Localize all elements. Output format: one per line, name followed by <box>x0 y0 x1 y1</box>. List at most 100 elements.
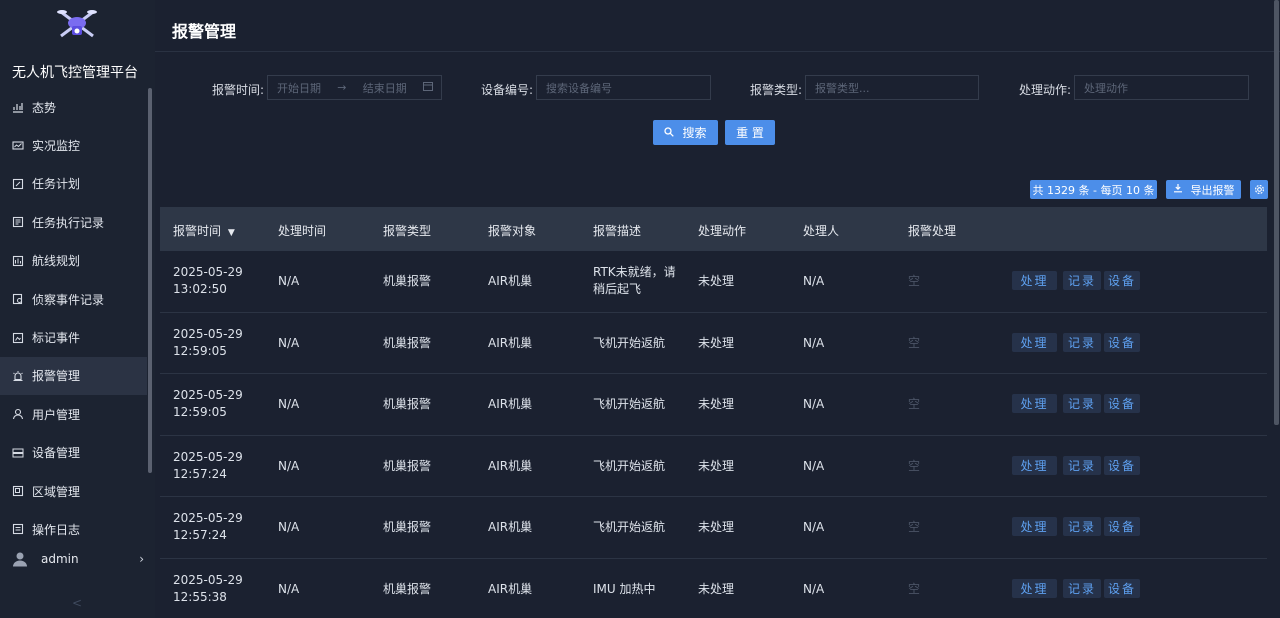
handle-button[interactable]: 处理 <box>1012 271 1057 290</box>
record-button[interactable]: 记录 <box>1063 271 1101 290</box>
table-row: 2025-05-29 12:57:24 N/A 机巢报警 AIR机巢 飞机开始返… <box>160 497 1267 559</box>
record-button[interactable]: 记录 <box>1063 332 1101 352</box>
alarm-desc-cell: IMU 加热中 <box>593 581 656 596</box>
page-header: 报警管理 <box>155 0 1280 52</box>
handler-cell: N/A <box>803 335 825 350</box>
sidebar-item-label: 任务执行记录 <box>32 215 105 230</box>
alarm-desc-cell: 飞机开始返航 <box>593 458 666 473</box>
record-icon <box>12 216 24 228</box>
alarm-type-select[interactable]: 报警类型... <box>805 75 979 100</box>
log-icon <box>12 523 24 535</box>
gear-icon <box>1254 180 1265 199</box>
device-button[interactable]: 设备 <box>1104 332 1140 352</box>
user-icon <box>12 408 24 420</box>
alarm-time-cell: 2025-05-29 12:57:24 <box>173 449 243 481</box>
sidebar-item-label: 标记事件 <box>32 331 81 346</box>
alarm-type-cell: 机巢报警 <box>383 520 432 534</box>
record-button[interactable]: 记录 <box>1063 394 1101 413</box>
column-header: 处理动作 <box>698 224 747 238</box>
sidebar-item-live-monitor[interactable]: 实况监控 <box>0 126 147 164</box>
handler-cell: N/A <box>803 581 825 596</box>
handle-button[interactable]: 处理 <box>1012 332 1057 352</box>
table-row: 2025-05-29 12:57:24 N/A 机巢报警 AIR机巢 飞机开始返… <box>160 436 1267 497</box>
device-button[interactable]: 设备 <box>1104 517 1140 536</box>
sidebar-item-alarm-management[interactable]: 报警管理 <box>0 356 147 396</box>
table-row: 2025-05-29 12:55:38 N/A 机巢报警 AIR机巢 IMU 加… <box>160 559 1267 618</box>
page-title: 报警管理 <box>172 22 237 41</box>
alarm-icon <box>12 370 24 382</box>
column-settings-button[interactable] <box>1250 180 1268 199</box>
scout-icon <box>12 293 24 305</box>
alarm-handling-cell: 空 <box>908 274 921 288</box>
sidebar-item-mark-events[interactable]: 标记事件 <box>0 318 147 356</box>
end-date-input[interactable]: 结束日期 <box>363 80 407 96</box>
handle-button[interactable]: 处理 <box>1012 578 1057 598</box>
sidebar-item-label: 区域管理 <box>32 484 81 499</box>
sidebar-item-device-management[interactable]: 设备管理 <box>0 434 147 472</box>
sidebar-item-label: 任务计划 <box>32 177 81 192</box>
device-button[interactable]: 设备 <box>1104 271 1140 290</box>
device-button[interactable]: 设备 <box>1104 578 1140 598</box>
alarm-type-cell: 机巢报警 <box>383 458 432 473</box>
alarm-time-cell: 2025-05-29 12:59:05 <box>173 388 243 419</box>
sidebar-item-user-management[interactable]: 用户管理 <box>0 395 147 433</box>
alarm-desc-cell: RTK未就绪，请稍后起飞 <box>593 265 676 296</box>
sidebar-item-task-plan[interactable]: 任务计划 <box>0 165 147 203</box>
column-header-alarm-time[interactable]: 报警时间 ▼ <box>173 222 235 239</box>
sidebar-item-area-management[interactable]: 区域管理 <box>0 472 147 510</box>
alarm-handling-cell: 空 <box>908 458 921 473</box>
user-menu[interactable]: admin › <box>12 548 144 570</box>
sidebar-item-label: 实况监控 <box>32 139 81 154</box>
alarm-type-cell: 机巢报警 <box>383 397 432 411</box>
device-button[interactable]: 设备 <box>1104 455 1140 475</box>
alarm-target-cell: AIR机巢 <box>488 520 533 534</box>
sidebar-item-route-planning[interactable]: 航线规划 <box>0 242 147 280</box>
avatar-icon <box>12 551 28 567</box>
record-button[interactable]: 记录 <box>1063 578 1101 598</box>
monitor-icon <box>12 140 24 152</box>
page-scrollbar[interactable] <box>1274 0 1279 425</box>
search-button[interactable]: 搜索 <box>653 120 718 145</box>
chart-icon <box>12 101 24 113</box>
handle-action-cell: 未处理 <box>698 274 735 288</box>
sidebar-item-label: 报警管理 <box>32 369 81 384</box>
sidebar-item-situation[interactable]: 态势 <box>0 88 147 126</box>
reset-button[interactable]: 重 置 <box>725 120 775 145</box>
date-range-picker[interactable]: 开始日期 → 结束日期 <box>267 75 442 100</box>
handle-action-cell: 未处理 <box>698 520 735 534</box>
sidebar: 无人机飞控管理平台 态势 实况监控 任务计划 任务执行记录 航线规划 侦察事件记… <box>0 0 155 618</box>
column-header: 处理人 <box>803 224 840 238</box>
sidebar-nav: 态势 实况监控 任务计划 任务执行记录 航线规划 侦察事件记录 标记事件 报警管… <box>0 88 147 549</box>
export-alarm-button[interactable]: 导出报警 <box>1166 180 1241 199</box>
handle-action-input[interactable]: 处理动作 <box>1074 75 1249 100</box>
column-header: 报警对象 <box>488 224 537 238</box>
sidebar-item-task-records[interactable]: 任务执行记录 <box>0 203 147 241</box>
handle-button[interactable]: 处理 <box>1012 394 1057 413</box>
device-icon <box>12 447 24 459</box>
handle-action-label: 处理动作: <box>1019 83 1072 97</box>
search-button-label: 搜索 <box>682 126 707 140</box>
sidebar-item-operation-log[interactable]: 操作日志 <box>0 510 147 548</box>
calendar-icon <box>422 81 433 94</box>
record-button[interactable]: 记录 <box>1063 517 1101 536</box>
app-name: 无人机飞控管理平台 <box>12 65 138 81</box>
handle-time-cell: N/A <box>278 335 300 350</box>
device-button[interactable]: 设备 <box>1104 394 1140 413</box>
alarm-target-cell: AIR机巢 <box>488 397 533 411</box>
column-header: 报警描述 <box>593 224 642 238</box>
handle-action-cell: 未处理 <box>698 581 735 596</box>
collapse-sidebar-icon[interactable]: < <box>72 596 82 610</box>
sidebar-item-scout-records[interactable]: 侦察事件记录 <box>0 280 147 318</box>
alarm-handling-cell: 空 <box>908 335 921 350</box>
alarm-handling-cell: 空 <box>908 581 921 596</box>
handle-button[interactable]: 处理 <box>1012 455 1057 475</box>
table-row: 2025-05-29 12:59:05 N/A 机巢报警 AIR机巢 飞机开始返… <box>160 313 1267 374</box>
device-id-input[interactable]: 搜索设备编号 <box>536 75 711 100</box>
handle-time-cell: N/A <box>278 581 300 596</box>
handle-button[interactable]: 处理 <box>1012 517 1057 536</box>
record-button[interactable]: 记录 <box>1063 455 1101 475</box>
device-id-label: 设备编号: <box>481 83 534 97</box>
sidebar-scrollbar[interactable] <box>148 88 152 473</box>
start-date-input[interactable]: 开始日期 <box>277 80 321 96</box>
sort-desc-icon[interactable]: ▼ <box>228 228 235 238</box>
